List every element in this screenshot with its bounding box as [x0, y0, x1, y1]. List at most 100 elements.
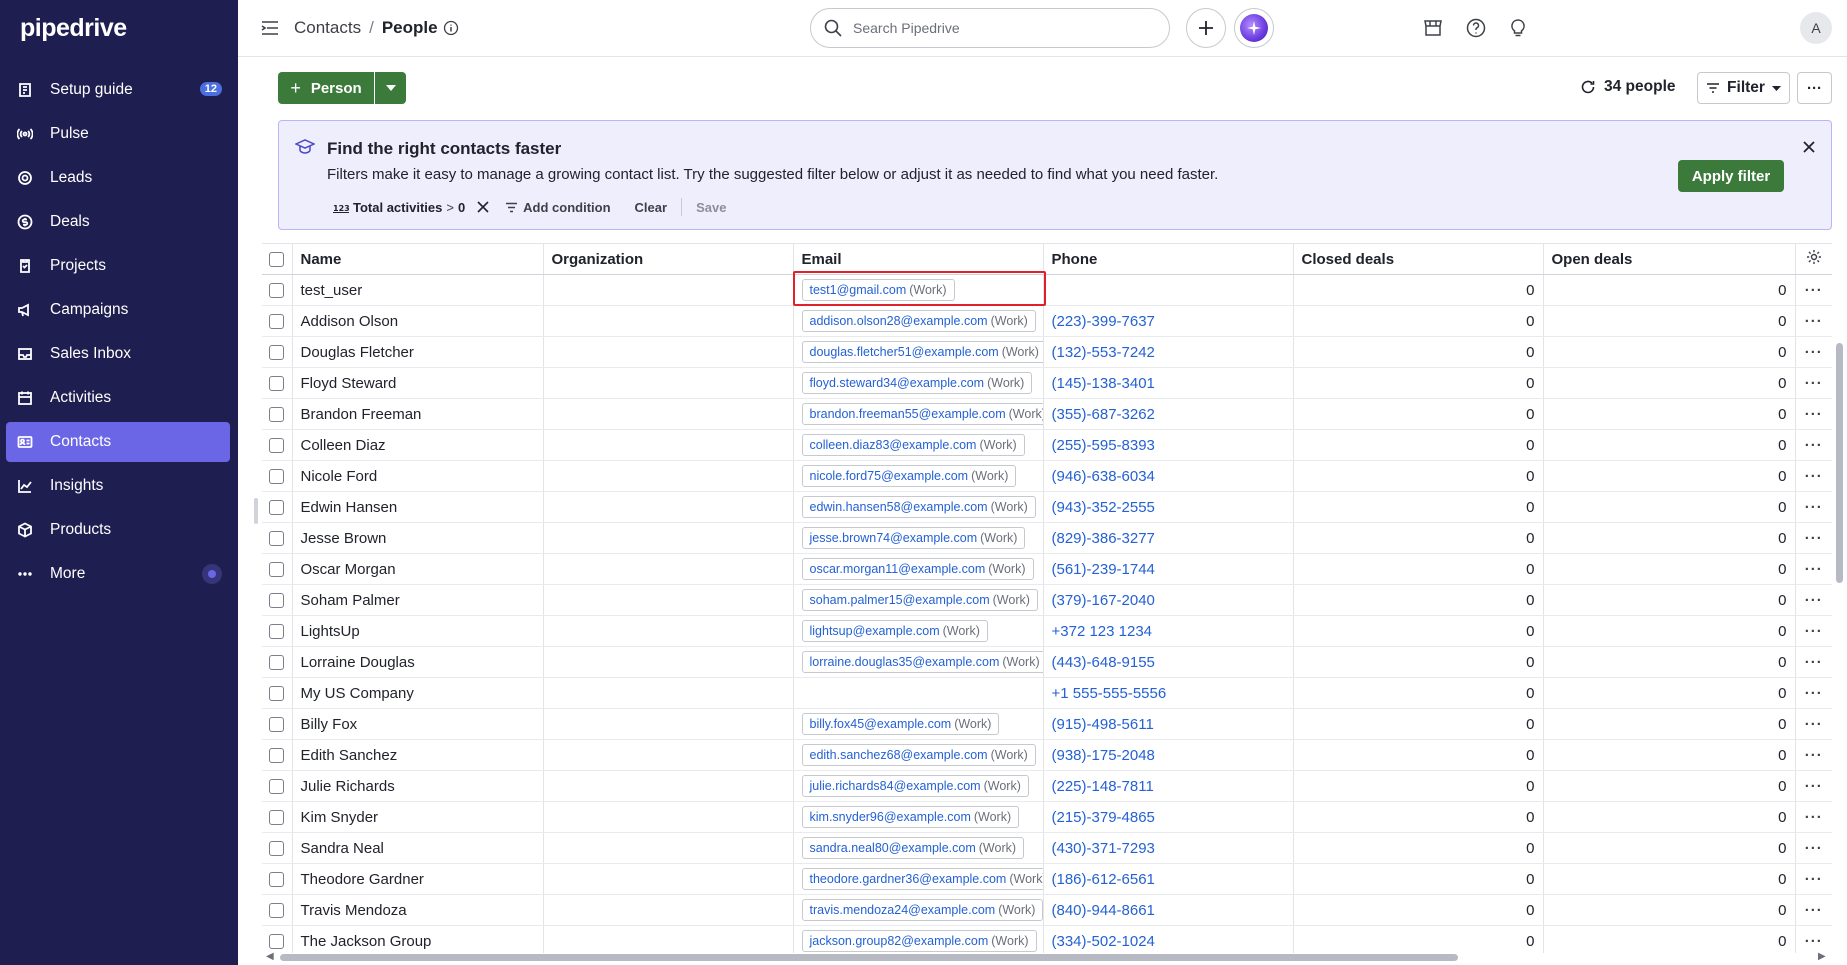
email-cell[interactable]: soham.palmer15@example.com (Work): [793, 584, 1044, 616]
organization-cell[interactable]: [543, 770, 794, 802]
email-chip[interactable]: lorraine.douglas35@example.com (Work): [801, 651, 1042, 673]
email-cell[interactable]: theodore.gardner36@example.com (Work): [793, 863, 1044, 895]
email-cell[interactable]: addison.olson28@example.com (Work): [793, 305, 1044, 337]
open-deals-cell[interactable]: 0: [1543, 336, 1796, 368]
row-more-icon[interactable]: ···: [1805, 375, 1823, 392]
filter-button[interactable]: Filter: [1697, 72, 1790, 104]
name-cell[interactable]: Travis Mendoza: [292, 894, 544, 926]
phone-link[interactable]: (355)-687-3262: [1052, 406, 1155, 423]
open-deals-cell[interactable]: 0: [1543, 615, 1796, 647]
email-chip[interactable]: jesse.brown74@example.com (Work): [801, 527, 1026, 549]
open-deals-cell[interactable]: 0: [1543, 491, 1796, 523]
quick-add-button[interactable]: [1186, 8, 1226, 48]
email-chip[interactable]: soham.palmer15@example.com (Work): [801, 589, 1038, 611]
phone-cell[interactable]: (145)-138-3401: [1043, 367, 1294, 399]
organization-cell[interactable]: [543, 522, 794, 554]
table-row[interactable]: Edwin Hansen edwin.hansen58@example.com (W…: [262, 491, 1832, 523]
organization-cell[interactable]: [543, 274, 794, 306]
phone-cell[interactable]: (840)-944-8661: [1043, 894, 1294, 926]
row-checkbox[interactable]: [269, 872, 284, 888]
organization-cell[interactable]: [543, 708, 794, 740]
table-row[interactable]: Douglas Fletcher douglas.fletcher51@examp…: [262, 336, 1832, 368]
email-chip[interactable]: oscar.morgan11@example.com (Work): [801, 558, 1034, 580]
apply-filter-button[interactable]: Apply filter: [1678, 160, 1784, 192]
email-address[interactable]: travis.mendoza24@example.com: [810, 903, 996, 917]
open-deals-cell[interactable]: 0: [1543, 522, 1796, 554]
open-deals-cell[interactable]: 0: [1543, 553, 1796, 585]
name-cell[interactable]: Edwin Hansen: [292, 491, 544, 523]
phone-link[interactable]: (943)-352-2555: [1052, 499, 1155, 516]
phone-link[interactable]: (186)-612-6561: [1052, 871, 1155, 888]
row-more-icon[interactable]: ···: [1805, 747, 1823, 764]
email-cell[interactable]: floyd.steward34@example.com (Work): [793, 367, 1044, 399]
row-checkbox[interactable]: [269, 686, 284, 702]
phone-cell[interactable]: (223)-399-7637: [1043, 305, 1294, 337]
row-more-icon[interactable]: ···: [1805, 406, 1823, 423]
row-more-icon[interactable]: ···: [1805, 530, 1823, 547]
email-chip[interactable]: addison.olson28@example.com (Work): [801, 310, 1036, 332]
table-row[interactable]: Edith Sanchez edith.sanchez68@example.com…: [262, 739, 1832, 771]
sidebar-item-insights[interactable]: Insights: [6, 466, 230, 506]
row-checkbox[interactable]: [269, 314, 284, 330]
column-header-open-deals[interactable]: Open deals: [1543, 243, 1796, 275]
row-more-icon[interactable]: ···: [1805, 313, 1823, 330]
row-more-icon[interactable]: ···: [1805, 933, 1823, 950]
row-more-icon[interactable]: ···: [1805, 437, 1823, 454]
email-chip[interactable]: travis.mendoza24@example.com (Work): [801, 899, 1042, 921]
row-more-icon[interactable]: ···: [1805, 809, 1823, 826]
sidebar-item-more[interactable]: More: [6, 554, 230, 594]
organization-cell[interactable]: [543, 925, 794, 953]
phone-cell[interactable]: (255)-595-8393: [1043, 429, 1294, 461]
add-person-button[interactable]: + Person: [278, 72, 374, 104]
table-row[interactable]: Soham Palmer soham.palmer15@example.com (W…: [262, 584, 1832, 616]
phone-link[interactable]: (938)-175-2048: [1052, 747, 1155, 764]
help-icon[interactable]: [1464, 16, 1488, 40]
row-checkbox[interactable]: [269, 562, 284, 578]
table-row[interactable]: Kim Snyder kim.snyder96@example.com (Work)…: [262, 801, 1832, 833]
phone-cell[interactable]: (334)-502-1024: [1043, 925, 1294, 953]
closed-deals-cell[interactable]: 0: [1293, 336, 1544, 368]
phone-cell[interactable]: (355)-687-3262: [1043, 398, 1294, 430]
open-deals-cell[interactable]: 0: [1543, 367, 1796, 399]
sidebar-item-setup-guide[interactable]: Setup guide 12: [6, 70, 230, 110]
email-chip[interactable]: lightsup@example.com (Work): [801, 620, 988, 642]
info-icon[interactable]: [443, 20, 459, 36]
row-checkbox[interactable]: [269, 934, 284, 950]
email-chip[interactable]: theodore.gardner36@example.com (Work): [801, 868, 1042, 890]
table-row[interactable]: Sandra Neal sandra.neal80@example.com (Wor…: [262, 832, 1832, 864]
closed-deals-cell[interactable]: 0: [1293, 863, 1544, 895]
close-icon[interactable]: [1799, 137, 1819, 157]
row-more-icon[interactable]: ···: [1805, 716, 1823, 733]
phone-link[interactable]: (223)-399-7637: [1052, 313, 1155, 330]
email-cell[interactable]: nicole.ford75@example.com (Work): [793, 460, 1044, 492]
sidebar-item-leads[interactable]: Leads: [6, 158, 230, 198]
phone-link[interactable]: +372 123 1234: [1052, 623, 1153, 640]
email-chip[interactable]: kim.snyder96@example.com (Work): [801, 806, 1020, 828]
open-deals-cell[interactable]: 0: [1543, 832, 1796, 864]
email-chip[interactable]: jackson.group82@example.com (Work): [801, 930, 1037, 952]
sidebar-item-sales-inbox[interactable]: Sales Inbox: [6, 334, 230, 374]
email-address[interactable]: douglas.fletcher51@example.com: [810, 345, 999, 359]
phone-cell[interactable]: (443)-648-9155: [1043, 646, 1294, 678]
email-address[interactable]: jesse.brown74@example.com: [810, 531, 978, 545]
row-checkbox[interactable]: [269, 779, 284, 795]
phone-cell[interactable]: (915)-498-5611: [1043, 708, 1294, 740]
email-cell[interactable]: colleen.diaz83@example.com (Work): [793, 429, 1044, 461]
sidebar-item-contacts[interactable]: Contacts: [6, 422, 230, 462]
email-cell[interactable]: [793, 677, 1044, 709]
row-more-icon[interactable]: ···: [1805, 623, 1823, 640]
table-row[interactable]: Oscar Morgan oscar.morgan11@example.com (W…: [262, 553, 1832, 585]
email-address[interactable]: brandon.freeman55@example.com: [810, 407, 1006, 421]
closed-deals-cell[interactable]: 0: [1293, 367, 1544, 399]
email-address[interactable]: test1@gmail.com: [810, 283, 907, 297]
organization-cell[interactable]: [543, 429, 794, 461]
breadcrumb-contacts[interactable]: Contacts: [294, 18, 361, 38]
row-checkbox[interactable]: [269, 810, 284, 826]
table-row[interactable]: Brandon Freeman brandon.freeman55@example…: [262, 398, 1832, 430]
name-cell[interactable]: Lorraine Douglas: [292, 646, 544, 678]
organization-cell[interactable]: [543, 646, 794, 678]
name-cell[interactable]: My US Company: [292, 677, 544, 709]
vertical-scrollbar[interactable]: [1836, 243, 1844, 953]
email-chip[interactable]: nicole.ford75@example.com (Work): [801, 465, 1017, 487]
phone-cell[interactable]: [1043, 274, 1294, 306]
